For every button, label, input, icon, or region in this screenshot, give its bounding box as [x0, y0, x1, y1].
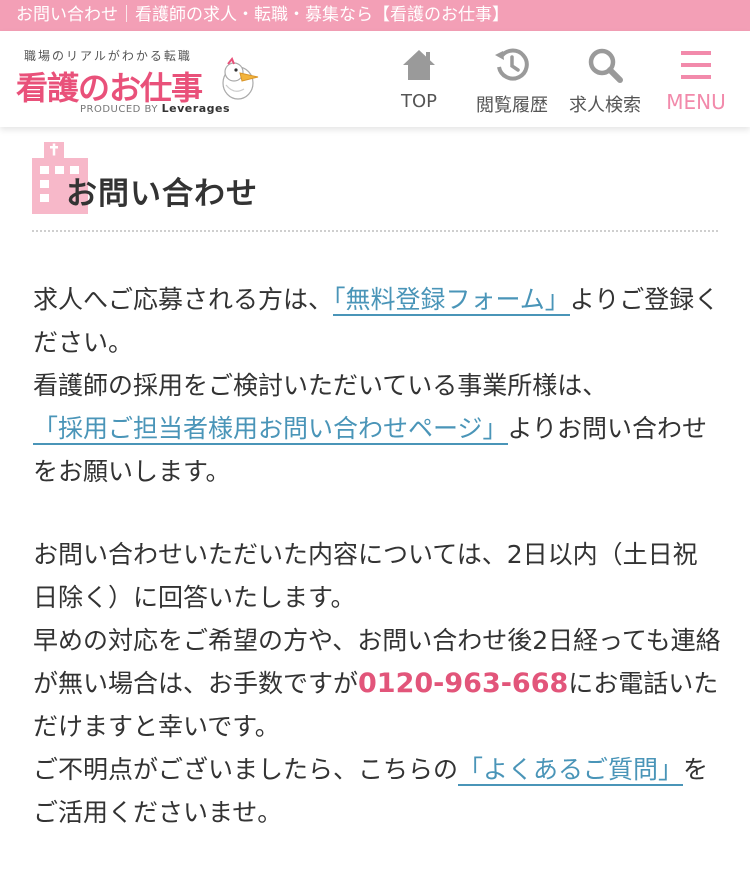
para1-text-3: 看護師の採用をご検討いただいている事業所様は、 — [33, 371, 608, 400]
nav-search-button[interactable]: 求人検索 — [563, 41, 647, 121]
history-icon — [495, 48, 529, 81]
main-content: 求人へご応募される方は、「無料登録フォーム」よりご登録ください。 看護師の採用を… — [33, 278, 721, 834]
home-icon — [403, 50, 435, 80]
browser-title-bar: お問い合わせ｜看護師の求人・転職・募集なら【看護のお仕事】 — [0, 0, 750, 31]
faq-link[interactable]: 「よくあるご質問」 — [458, 755, 684, 786]
produced-by-text: PRODUCED BY — [80, 104, 158, 115]
response-paragraph: お問い合わせいただいた内容については、2日以内（土日祝日除く）に回答いたします。… — [33, 533, 721, 834]
para2-text-4: ご不明点がございましたら、こちらの — [33, 755, 459, 784]
page-title-text: お問い合わせ｜看護師の求人・転職・募集なら【看護のお仕事】 — [16, 5, 509, 25]
nav-search-label: 求人検索 — [569, 95, 641, 116]
hamburger-menu-icon — [681, 51, 711, 79]
nav-menu-label: MENU — [666, 90, 726, 114]
search-icon — [588, 48, 623, 83]
company-name: Leverages — [161, 102, 231, 115]
site-header: 職場のリアルがわかる転職 看護のお仕事 PRODUCED BY Leverage… — [0, 31, 750, 127]
page-title: お問い合わせ — [66, 176, 258, 212]
phone-number-link[interactable]: 0120-963-668 — [358, 668, 568, 699]
site-logo[interactable]: 職場のリアルがわかる転職 看護のお仕事 PRODUCED BY Leverage… — [14, 43, 264, 119]
pelican-mascot-icon — [222, 57, 259, 100]
para2-text-1: お問い合わせいただいた内容については、2日以内（土日祝日除く）に回答いたします。 — [33, 540, 698, 612]
nav-menu-button[interactable]: MENU — [658, 41, 734, 121]
free-registration-form-link[interactable]: 「無料登録フォーム」 — [333, 285, 570, 316]
para1-text-1: 求人へご応募される方は、 — [33, 285, 334, 314]
recruiter-inquiry-page-link[interactable]: 「採用ご担当者様用お問い合わせページ」 — [33, 414, 508, 445]
page-title-section: お問い合わせ — [32, 140, 718, 232]
logo-tagline: 職場のリアルがわかる転職 — [24, 49, 192, 63]
nav-history-label: 閲覧履歴 — [476, 95, 548, 116]
logo-produced-by: PRODUCED BY Leverages — [80, 102, 230, 115]
application-paragraph: 求人へご応募される方は、「無料登録フォーム」よりご登録ください。 看護師の採用を… — [33, 278, 721, 493]
nav-history-button[interactable]: 閲覧履歴 — [470, 41, 554, 121]
nav-top-label: TOP — [400, 91, 438, 112]
nav-top-button[interactable]: TOP — [388, 41, 450, 121]
